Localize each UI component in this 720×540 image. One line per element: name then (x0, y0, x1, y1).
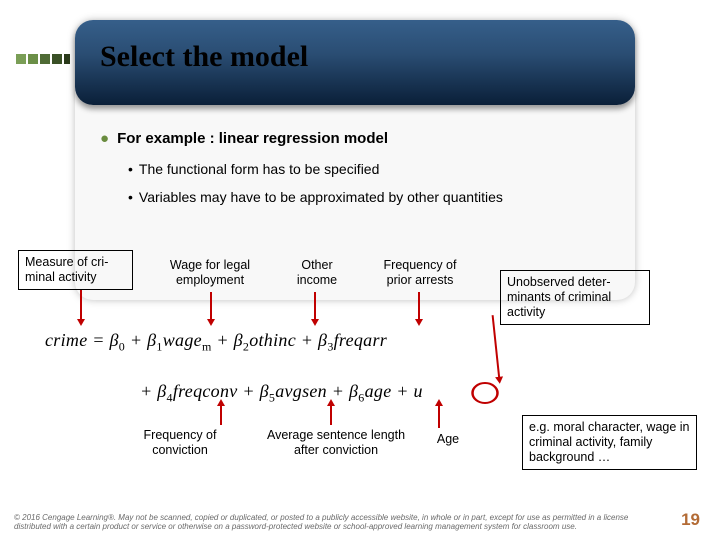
equation-line-2: + β4freqconv + β5avgsen + β6age + u (140, 381, 423, 406)
slide-title: Select the model (100, 40, 308, 74)
annotation-freq-conv: Frequency of conviction (130, 428, 230, 458)
bullet-sub-1-text: The functional form has to be specified (139, 161, 379, 177)
bullet-main: ● For example : linear regression model (100, 130, 680, 147)
bullet-list: ● For example : linear regression model •… (100, 130, 680, 217)
annotation-unobserved: Unobserved deter­minants of criminal act… (500, 270, 650, 325)
circle-icon (471, 382, 499, 404)
bullet-sub-dot-icon: • (128, 189, 133, 205)
bullet-dot-icon: ● (100, 130, 109, 147)
annotation-wage: Wage for legal employment (160, 258, 260, 288)
bullet-sub-2-text: Variables may have to be approximated by… (139, 189, 503, 205)
annotation-examples: e.g. moral character, wage in criminal a… (522, 415, 697, 470)
bullet-sub-2: • Variables may have to be approximated b… (128, 189, 680, 205)
arrow-icon (314, 292, 316, 322)
annotation-measure: Measure of cri­minal activity (18, 250, 133, 290)
copyright-text: © 2016 Cengage Learning®. May not be sca… (14, 513, 660, 532)
annotation-age: Age (428, 432, 468, 447)
annotation-other-income: Other income (282, 258, 352, 288)
arrow-icon (220, 403, 222, 425)
arrow-icon (210, 292, 212, 322)
arrow-icon (418, 292, 420, 322)
bullet-sub-1: • The functional form has to be specified (128, 161, 680, 177)
bullet-main-text: For example : linear regression model (117, 130, 388, 147)
arrow-icon (330, 403, 332, 425)
annotation-avg-sentence: Average sentence length after conviction (256, 428, 416, 458)
decorative-squares (16, 54, 70, 64)
page-number: 19 (681, 510, 700, 530)
arrow-icon (438, 403, 440, 428)
equation-line-1: crime = β0 + β1wagem + β2othinc + β3freq… (45, 330, 387, 355)
bullet-sub-dot-icon: • (128, 161, 133, 177)
annotation-freq-arrests: Frequency of prior arrests (370, 258, 470, 288)
arrow-icon (80, 290, 82, 322)
